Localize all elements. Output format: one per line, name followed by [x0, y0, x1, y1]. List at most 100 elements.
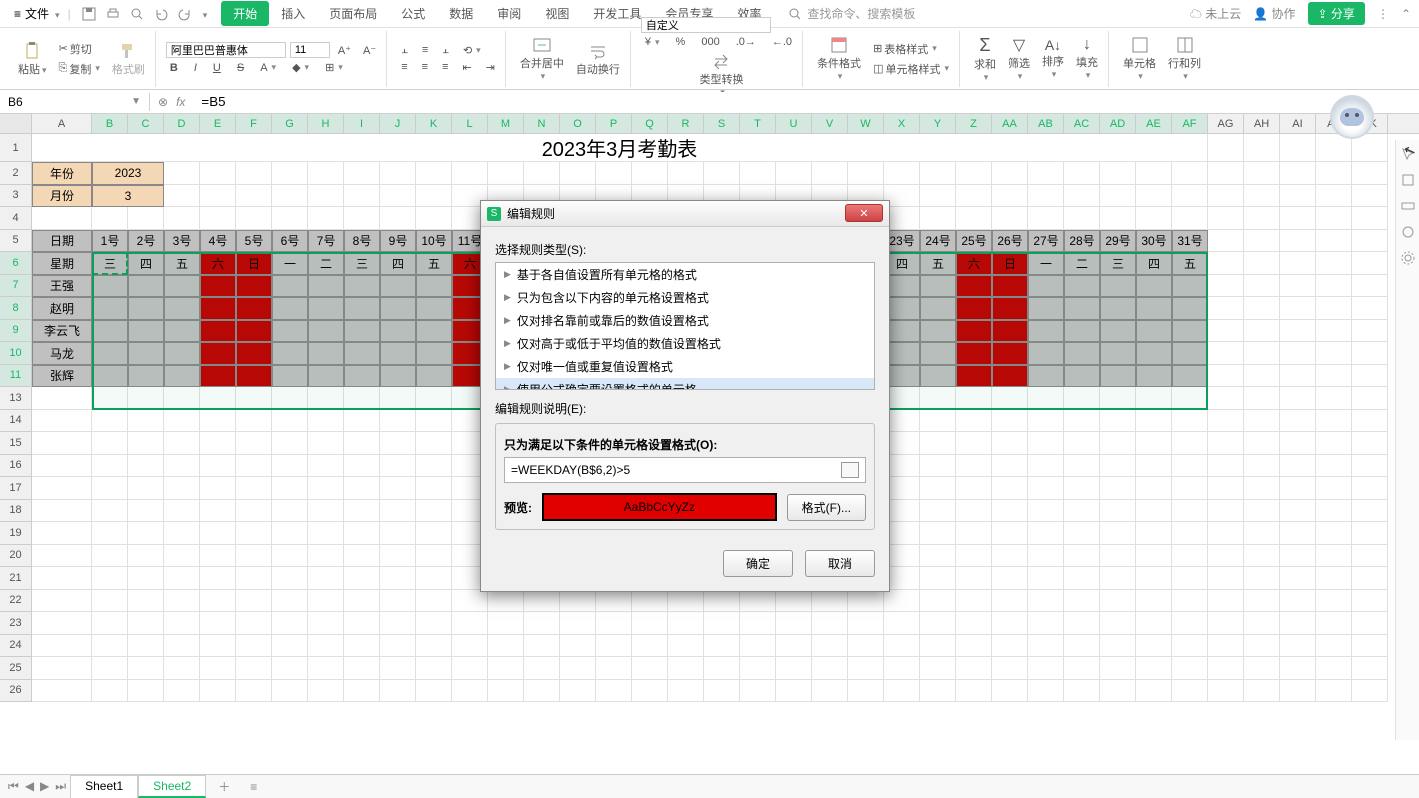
cell[interactable]	[668, 162, 704, 185]
cell[interactable]	[272, 275, 308, 298]
cell[interactable]	[668, 657, 704, 680]
cell[interactable]	[1244, 657, 1280, 680]
cell[interactable]	[956, 342, 992, 365]
cell[interactable]	[1316, 252, 1352, 275]
row-header-9[interactable]: 9	[0, 320, 32, 343]
cell[interactable]	[1136, 342, 1172, 365]
cell[interactable]	[92, 365, 128, 388]
cell[interactable]	[1136, 455, 1172, 478]
cell[interactable]: 6号	[272, 230, 308, 253]
cell[interactable]	[1280, 252, 1316, 275]
cell[interactable]	[848, 657, 884, 680]
cell[interactable]	[1280, 134, 1316, 162]
cell[interactable]	[344, 545, 380, 568]
cell[interactable]	[1172, 320, 1208, 343]
cell[interactable]	[920, 275, 956, 298]
cell[interactable]: 24号	[920, 230, 956, 253]
col-header-AG[interactable]: AG	[1208, 114, 1244, 133]
cell[interactable]	[1172, 432, 1208, 455]
cell[interactable]	[992, 612, 1028, 635]
col-header-D[interactable]: D	[164, 114, 200, 133]
cell[interactable]	[416, 635, 452, 658]
cell[interactable]	[956, 590, 992, 613]
cell[interactable]	[380, 387, 416, 410]
rule-type-item[interactable]: 基于各自值设置所有单元格的格式	[496, 263, 874, 286]
cell[interactable]	[1280, 545, 1316, 568]
cell[interactable]	[1172, 185, 1208, 208]
cell[interactable]	[344, 387, 380, 410]
cell[interactable]	[1064, 522, 1100, 545]
cell[interactable]	[308, 365, 344, 388]
cell[interactable]	[32, 567, 92, 590]
cell[interactable]	[164, 365, 200, 388]
cell[interactable]	[884, 590, 920, 613]
cell[interactable]	[920, 320, 956, 343]
cell[interactable]	[92, 612, 128, 635]
cell[interactable]	[1316, 522, 1352, 545]
cell[interactable]	[1136, 275, 1172, 298]
increase-font-icon[interactable]: A⁺	[334, 43, 355, 58]
cell[interactable]	[1244, 230, 1280, 253]
cell[interactable]	[380, 320, 416, 343]
cell[interactable]	[1280, 342, 1316, 365]
month-value-cell[interactable]: 3	[92, 185, 164, 208]
cell[interactable]	[1136, 635, 1172, 658]
rowscols-button[interactable]: 行和列	[1164, 33, 1205, 84]
cell[interactable]	[164, 162, 200, 185]
cell[interactable]	[128, 455, 164, 478]
cell[interactable]	[1136, 545, 1172, 568]
align-top-icon[interactable]: ⫠	[397, 43, 412, 58]
month-label-cell[interactable]: 月份	[32, 185, 92, 208]
cell[interactable]	[380, 207, 416, 230]
cell[interactable]	[164, 567, 200, 590]
cell[interactable]	[992, 162, 1028, 185]
cell[interactable]	[1280, 500, 1316, 523]
cell[interactable]	[956, 567, 992, 590]
cell[interactable]	[920, 455, 956, 478]
cell[interactable]	[1136, 657, 1172, 680]
cell[interactable]	[1352, 275, 1388, 298]
row-header-23[interactable]: 23	[0, 612, 32, 635]
decrease-decimal-icon[interactable]: ←.0	[768, 35, 796, 49]
cell[interactable]: 28号	[1064, 230, 1100, 253]
cell[interactable]	[560, 680, 596, 703]
cell[interactable]	[272, 365, 308, 388]
cell[interactable]	[200, 522, 236, 545]
cell[interactable]	[1352, 162, 1388, 185]
cell[interactable]	[92, 545, 128, 568]
row-header-22[interactable]: 22	[0, 590, 32, 613]
row-header-24[interactable]: 24	[0, 635, 32, 658]
cell[interactable]	[956, 635, 992, 658]
cell[interactable]: 五	[1172, 252, 1208, 275]
col-header-U[interactable]: U	[776, 114, 812, 133]
align-middle-icon[interactable]: ≡	[418, 43, 432, 57]
cell[interactable]	[344, 185, 380, 208]
cell[interactable]	[1208, 500, 1244, 523]
cancel-button[interactable]: 取消	[805, 550, 875, 577]
more-icon[interactable]: ⋮	[1377, 7, 1389, 21]
cell[interactable]	[416, 297, 452, 320]
cell[interactable]	[416, 432, 452, 455]
cell[interactable]	[668, 635, 704, 658]
cell[interactable]: 四	[1136, 252, 1172, 275]
cell[interactable]	[1316, 297, 1352, 320]
cell[interactable]	[128, 320, 164, 343]
cell[interactable]	[92, 387, 128, 410]
cell[interactable]	[416, 545, 452, 568]
cell[interactable]	[1316, 162, 1352, 185]
cell[interactable]	[704, 657, 740, 680]
cell[interactable]	[1280, 522, 1316, 545]
cell[interactable]	[1208, 365, 1244, 388]
cell[interactable]	[1028, 522, 1064, 545]
cell[interactable]	[1244, 500, 1280, 523]
cell[interactable]	[524, 162, 560, 185]
cell[interactable]: 29号	[1100, 230, 1136, 253]
cell[interactable]	[416, 522, 452, 545]
cell[interactable]	[1352, 342, 1388, 365]
cell[interactable]: 六	[956, 252, 992, 275]
cell[interactable]	[1280, 185, 1316, 208]
cell[interactable]	[92, 567, 128, 590]
cell[interactable]	[1100, 500, 1136, 523]
sum-button[interactable]: Σ求和	[970, 33, 1000, 85]
cell[interactable]	[200, 387, 236, 410]
